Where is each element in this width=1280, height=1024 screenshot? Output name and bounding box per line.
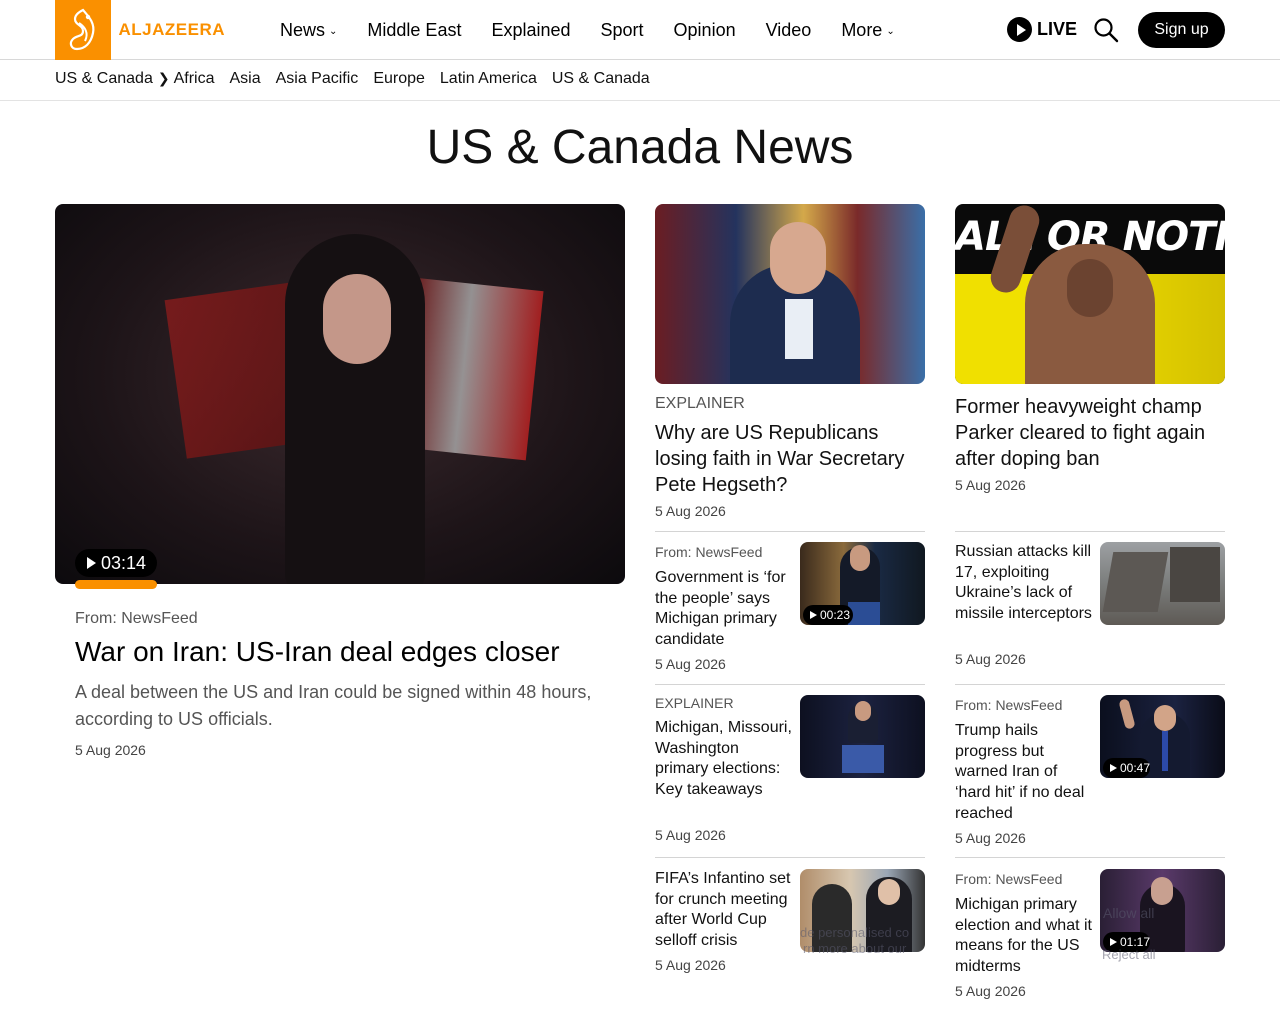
video-progress-bar xyxy=(75,580,157,589)
article-headline-link[interactable]: Trump hails progress but warned Iran of … xyxy=(955,721,1095,825)
article-headline-link[interactable]: Michigan, Missouri, Washington primary e… xyxy=(655,718,795,801)
play-icon xyxy=(1110,764,1117,772)
nav-item-middle-east[interactable]: Middle East xyxy=(367,20,461,41)
cookie-reject-all-button[interactable]: Reject all xyxy=(1102,947,1155,962)
article-date: 5 Aug 2026 xyxy=(655,503,726,519)
article-kicker: From: NewsFeed xyxy=(655,544,763,560)
article-headline-link[interactable]: Government is ‘for the people’ says Mich… xyxy=(655,568,795,651)
play-icon xyxy=(810,611,817,619)
article-date: 5 Aug 2026 xyxy=(955,983,1026,999)
article-image[interactable] xyxy=(655,204,925,384)
article-kicker: From: NewsFeed xyxy=(955,871,1063,887)
video-duration-badge[interactable]: 00:23 xyxy=(803,605,853,625)
article-kicker: EXPLAINER xyxy=(655,395,745,412)
video-duration: 03:14 xyxy=(101,552,147,573)
logo-emblem-icon xyxy=(55,0,112,60)
nav-label: Explained xyxy=(491,19,571,40)
nav-label: Video xyxy=(765,19,812,40)
article-date: 5 Aug 2026 xyxy=(955,651,1026,667)
nav-item-more[interactable]: More ⌄ xyxy=(841,20,894,41)
article-image[interactable]: ALL OR NOTHING xyxy=(955,204,1225,384)
article-date: 5 Aug 2026 xyxy=(955,477,1026,493)
site-header: ALJAZEERA News ⌄ Middle East Explained Sp… xyxy=(0,0,1280,60)
chevron-right-icon: ❯ xyxy=(157,70,170,86)
divider xyxy=(655,684,925,685)
chevron-down-icon: ⌄ xyxy=(329,25,338,37)
article-headline-link[interactable]: Why are US Republicans losing faith in W… xyxy=(655,420,925,498)
article-date: 5 Aug 2026 xyxy=(655,957,726,973)
subnav-item-latin-america[interactable]: Latin America xyxy=(440,70,537,88)
subnav-item-africa[interactable]: Africa xyxy=(174,70,215,88)
article-headline-link[interactable]: Michigan primary election and what it me… xyxy=(955,895,1095,978)
play-icon xyxy=(1110,938,1117,946)
divider xyxy=(655,857,925,858)
article-headline-link[interactable]: Russian attacks kill 17, exploiting Ukra… xyxy=(955,542,1095,625)
divider xyxy=(955,684,1225,685)
hero-description: A deal between the US and Iran could be … xyxy=(75,682,592,729)
hero-video-thumbnail[interactable] xyxy=(55,204,625,584)
cookie-banner-text: de personalised co xyxy=(800,925,910,940)
divider xyxy=(955,531,1225,532)
article-date: 5 Aug 2026 xyxy=(955,830,1026,846)
hero-kicker: From: NewsFeed xyxy=(75,610,198,627)
nav-label: More xyxy=(841,19,883,40)
logo-wordmark: ALJAZEERA xyxy=(118,20,225,39)
video-duration-badge[interactable]: 03:14 xyxy=(75,549,157,577)
video-duration-badge[interactable]: 00:47 xyxy=(1103,758,1150,778)
nav-item-video[interactable]: Video xyxy=(766,20,812,41)
article-thumbnail[interactable] xyxy=(1100,542,1225,625)
live-label: LIVE xyxy=(1037,19,1078,39)
signup-button[interactable]: Sign up xyxy=(1138,12,1225,48)
article-date: 5 Aug 2026 xyxy=(655,656,726,672)
article-date: 5 Aug 2026 xyxy=(655,827,726,843)
hero-date: 5 Aug 2026 xyxy=(75,742,146,758)
site-logo[interactable]: ALJAZEERA xyxy=(55,0,225,60)
article-kicker: From: NewsFeed xyxy=(955,697,1063,713)
nav-item-opinion[interactable]: Opinion xyxy=(674,20,736,41)
divider xyxy=(655,531,925,532)
play-icon xyxy=(1007,17,1032,42)
cookie-banner-text: rn more about our xyxy=(803,941,907,956)
article-thumbnail[interactable] xyxy=(800,695,925,778)
subnav-item-europe[interactable]: Europe xyxy=(373,70,425,88)
article-headline-link[interactable]: FIFA’s Infantino set for crunch meeting … xyxy=(655,869,795,952)
chevron-down-icon: ⌄ xyxy=(886,25,895,37)
video-duration: 00:47 xyxy=(1120,761,1151,775)
divider xyxy=(955,857,1225,858)
article-kicker: EXPLAINER xyxy=(655,695,734,711)
play-icon xyxy=(87,557,96,569)
nav-label: News xyxy=(280,19,326,40)
live-button[interactable]: LIVE xyxy=(1007,17,1077,42)
nav-label: Opinion xyxy=(673,19,736,40)
search-icon[interactable] xyxy=(1093,17,1119,43)
nav-label: Middle East xyxy=(367,19,462,40)
region-subnav: US & Canada ❯ Africa Asia Asia Pacific E… xyxy=(0,61,1280,101)
nav-item-news[interactable]: News ⌄ xyxy=(280,20,337,41)
video-duration: 00:23 xyxy=(820,608,851,622)
nav-item-sport[interactable]: Sport xyxy=(601,20,644,41)
cookie-allow-all-button[interactable]: Allow all xyxy=(1103,905,1154,921)
breadcrumb[interactable]: US & Canada xyxy=(55,70,153,88)
article-headline-link[interactable]: Former heavyweight champ Parker cleared … xyxy=(955,394,1225,472)
subnav-item-us-canada[interactable]: US & Canada xyxy=(552,70,650,88)
nav-label: Sport xyxy=(600,19,644,40)
presenter-face xyxy=(323,274,391,364)
nav-item-explained[interactable]: Explained xyxy=(491,20,570,41)
page-title: US & Canada News xyxy=(426,121,854,174)
main-nav: News ⌄ Middle East Explained Sport Opinio… xyxy=(280,0,925,60)
subnav-item-asia[interactable]: Asia xyxy=(229,70,260,88)
subnav-item-asia-pacific[interactable]: Asia Pacific xyxy=(276,70,359,88)
hero-headline-link[interactable]: War on Iran: US-Iran deal edges closer xyxy=(75,636,560,668)
